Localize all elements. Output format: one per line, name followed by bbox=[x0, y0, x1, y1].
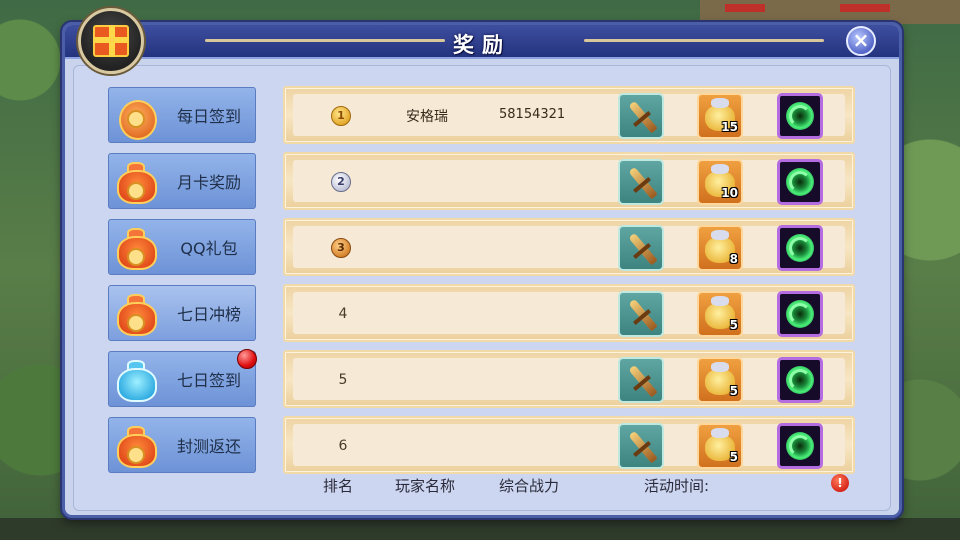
gift-box-icon bbox=[78, 8, 144, 74]
item-count: 10 bbox=[721, 186, 738, 200]
ranking-row: 6 5 bbox=[283, 416, 855, 474]
item-count: 8 bbox=[729, 252, 738, 266]
green-swirl-icon[interactable] bbox=[777, 225, 823, 271]
activity-time-label: 活动时间: bbox=[644, 477, 710, 495]
rank-number: 6 bbox=[338, 438, 348, 454]
ranking-row: 5 5 bbox=[283, 350, 855, 408]
tab-monthly-card[interactable]: 月卡奖励 bbox=[108, 153, 256, 209]
blue-bag-icon bbox=[113, 358, 159, 404]
green-swirl-icon[interactable] bbox=[777, 423, 823, 469]
red-bag-icon bbox=[113, 160, 159, 206]
background-health-bar bbox=[725, 4, 765, 12]
background-health-bar bbox=[840, 4, 890, 12]
tab-label: 七日冲榜 bbox=[176, 305, 241, 324]
dagger-icon[interactable] bbox=[618, 93, 664, 139]
tab-seven-day-ranking[interactable]: 七日冲榜 bbox=[108, 285, 256, 341]
coin-bag-icon[interactable]: 8 bbox=[697, 225, 743, 271]
item-count: 15 bbox=[721, 120, 738, 134]
rank-gold-medal-icon: 1 bbox=[331, 106, 351, 126]
close-button[interactable]: × bbox=[846, 26, 876, 56]
rank-number: 4 bbox=[338, 306, 348, 322]
item-count: 5 bbox=[729, 384, 738, 398]
close-icon: × bbox=[852, 28, 870, 52]
red-bag-icon bbox=[113, 226, 159, 272]
tab-label: 月卡奖励 bbox=[176, 173, 241, 192]
gift-box-shape bbox=[93, 25, 129, 57]
ranking-row: 4 5 bbox=[283, 284, 855, 342]
rank-column-label: 排名 bbox=[323, 477, 354, 495]
green-swirl-icon[interactable] bbox=[777, 357, 823, 403]
background-bottom-bar bbox=[0, 518, 960, 540]
dagger-icon[interactable] bbox=[618, 423, 664, 469]
green-swirl-icon[interactable] bbox=[777, 291, 823, 337]
coin-bag-icon[interactable]: 10 bbox=[697, 159, 743, 205]
red-bag-icon bbox=[113, 424, 159, 470]
tab-label: 封测返还 bbox=[176, 437, 241, 456]
ranking-row: 1 安格瑞 58154321 15 bbox=[283, 86, 855, 144]
red-bag-icon bbox=[113, 292, 159, 338]
tab-daily-checkin[interactable]: 每日签到 bbox=[108, 87, 256, 143]
green-swirl-icon[interactable] bbox=[777, 93, 823, 139]
coin-bag-icon[interactable]: 15 bbox=[697, 93, 743, 139]
coin-bag-icon[interactable]: 5 bbox=[697, 423, 743, 469]
dagger-icon[interactable] bbox=[618, 159, 664, 205]
orange-coin-icon bbox=[113, 94, 159, 140]
tab-label: 七日签到 bbox=[176, 371, 241, 390]
tab-qq-gift[interactable]: QQ礼包 bbox=[108, 219, 256, 275]
dialog-title: 奖励 bbox=[453, 33, 511, 57]
dialog-header: 奖励 bbox=[65, 25, 899, 59]
coin-bag-icon[interactable]: 5 bbox=[697, 357, 743, 403]
info-icon[interactable]: ! bbox=[831, 474, 849, 492]
player-name-column-label: 玩家名称 bbox=[395, 477, 456, 495]
ranking-row: 3 8 bbox=[283, 218, 855, 276]
combat-power: 58154321 bbox=[499, 107, 565, 122]
green-swirl-icon[interactable] bbox=[777, 159, 823, 205]
ranking-row: 2 10 bbox=[283, 152, 855, 210]
item-count: 5 bbox=[729, 450, 738, 464]
rank-bronze-medal-icon: 3 bbox=[331, 238, 351, 258]
rank-silver-medal-icon: 2 bbox=[331, 172, 351, 192]
item-count: 5 bbox=[729, 318, 738, 332]
tab-beta-refund[interactable]: 封测返还 bbox=[108, 417, 256, 473]
combat-power-column-label: 综合战力 bbox=[499, 477, 560, 495]
dagger-icon[interactable] bbox=[618, 225, 664, 271]
tab-label: 每日签到 bbox=[176, 107, 241, 126]
player-name: 安格瑞 bbox=[406, 109, 448, 125]
dagger-icon[interactable] bbox=[618, 357, 664, 403]
notification-dot bbox=[237, 349, 257, 369]
tab-label: QQ礼包 bbox=[180, 239, 238, 258]
tab-seven-day-checkin[interactable]: 七日签到 bbox=[108, 351, 256, 407]
coin-bag-icon[interactable]: 5 bbox=[697, 291, 743, 337]
dagger-icon[interactable] bbox=[618, 291, 664, 337]
rank-number: 5 bbox=[338, 372, 348, 388]
